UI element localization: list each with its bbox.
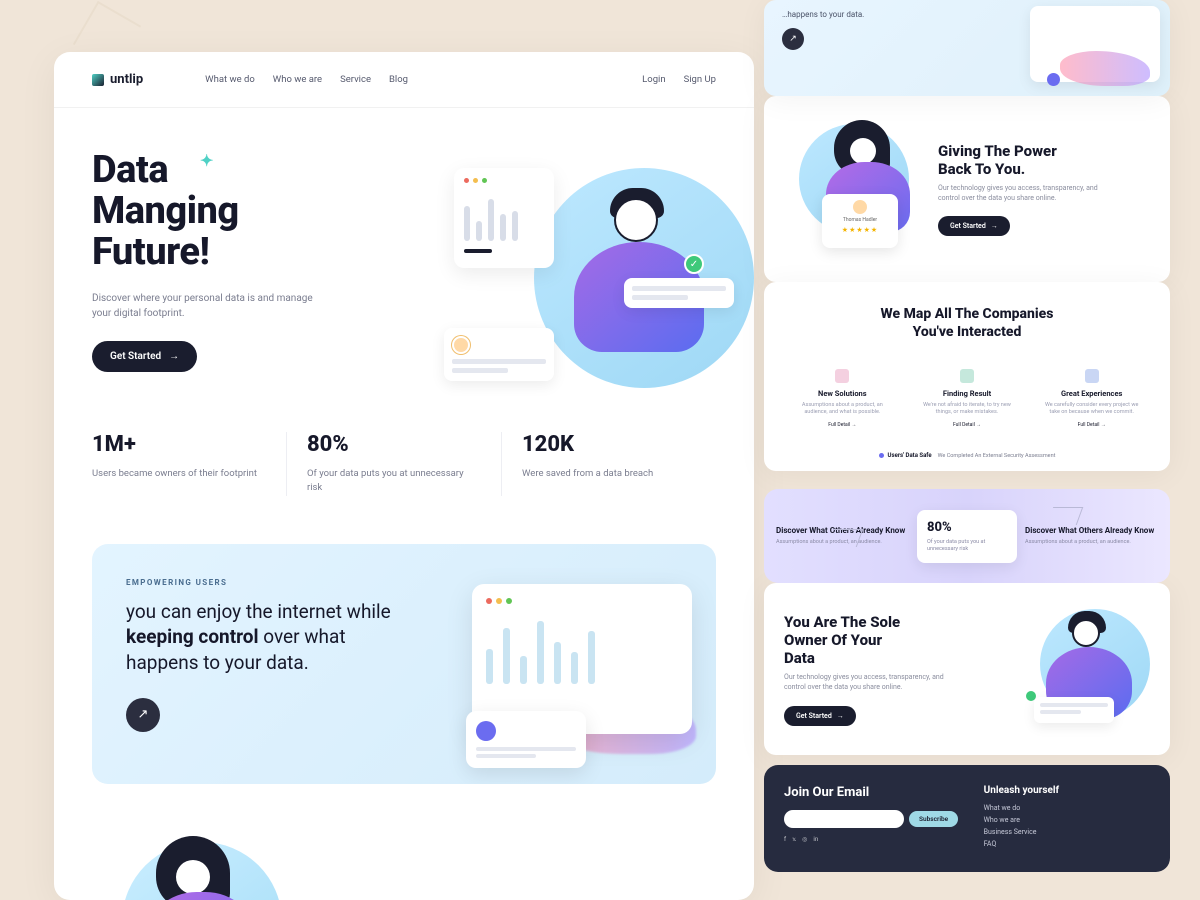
hero-section: Data ✦ Manging Future! Discover where yo… <box>54 108 754 382</box>
facebook-icon[interactable]: f <box>784 836 786 843</box>
pv4-right: Discover What Others Already Know Assump… <box>1025 526 1158 546</box>
pv2-illustration: Thomas Hadler ★★★★★ <box>784 124 924 254</box>
stat-value: 1M+ <box>92 432 266 457</box>
login-link[interactable]: Login <box>642 74 665 85</box>
stat-datarisk: 80% Of your data puts you at unnecessary… <box>286 432 501 496</box>
reviewer-name: Thomas Hadler <box>843 217 877 223</box>
feature-icon <box>1085 369 1099 383</box>
stat-saved: 120K Were saved from a data breach <box>501 432 716 496</box>
panel-small-card <box>466 711 586 768</box>
feature-card-great-experiences: Great Experiences We carefully consider … <box>1033 359 1150 438</box>
logo-mark-icon <box>92 74 104 86</box>
hero-title-l1: Data <box>92 148 168 192</box>
giving-power-section: Giving The Power Back To You <box>54 802 754 900</box>
top-nav: untlip What we do Who we are Service Blo… <box>54 52 754 108</box>
stat-label: Users became owners of their footprint <box>92 467 266 481</box>
cta-label: Get Started <box>110 351 161 362</box>
feature-link[interactable]: Full Detail → <box>1078 422 1106 428</box>
stat-label: Were saved from a data breach <box>522 467 696 481</box>
pv-giving-power: Thomas Hadler ★★★★★ Giving The PowerBack… <box>764 96 1170 282</box>
pv5-cta-button[interactable]: Get Started→ <box>784 706 856 726</box>
float-card <box>1034 697 1114 723</box>
stars-icon: ★★★★★ <box>842 226 878 234</box>
pv3-title: We Map All The CompaniesYou've Interacte… <box>784 306 1150 341</box>
instagram-icon[interactable]: ◎ <box>802 836 807 843</box>
hero-title-l3: Future! <box>92 230 209 274</box>
arrow-right-icon: → <box>837 712 844 720</box>
pv-discover-band: Discover What Others Already Know Assump… <box>764 489 1170 583</box>
nav-link-blog[interactable]: Blog <box>389 74 408 85</box>
feature-icon <box>960 369 974 383</box>
pv4-stat-value: 80% <box>927 520 1007 535</box>
pv-sole-owner: You Are The Sole Owner Of Your Data Our … <box>764 583 1170 755</box>
footer-join-title: Join Our Email <box>784 785 984 800</box>
stat-users: 1M+ Users became owners of their footpri… <box>92 432 286 496</box>
pv4-stat-card: 80% Of your data puts you at unnecessary… <box>917 510 1017 563</box>
pv-footer: Join Our Email Subscribe f 𝕩 ◎ in Unleas… <box>764 765 1170 872</box>
full-page-preview: …happens to your data. ↗ Thomas Hadler ★… <box>694 0 1200 900</box>
pv-map-companies: We Map All The CompaniesYou've Interacte… <box>764 282 1170 471</box>
linkedin-icon[interactable]: in <box>813 836 818 843</box>
get-started-button[interactable]: Get Started → <box>92 341 197 372</box>
subscribe-button[interactable]: Subscribe <box>909 811 958 827</box>
footer-link[interactable]: FAQ <box>984 840 1150 848</box>
nav-link-whatwedo[interactable]: What we do <box>205 74 255 85</box>
mini-chart-card <box>454 168 554 268</box>
pv2-title: Giving The PowerBack To You. <box>938 142 1108 178</box>
pv5-desc: Our technology gives you access, transpa… <box>784 673 954 693</box>
pv2-desc: Our technology gives you access, transpa… <box>938 184 1108 204</box>
pv5-illustration <box>1020 609 1150 729</box>
pv1-text: …happens to your data. <box>782 10 872 20</box>
reviewer-avatar-icon <box>853 200 867 214</box>
woman-illustration <box>92 842 312 900</box>
panel-title: you can enjoy the internet while keeping… <box>126 599 406 676</box>
avatar-icon <box>452 336 470 354</box>
feature-card-finding-result: Finding Result We're not afraid to itera… <box>909 359 1026 438</box>
main-landing-card: untlip What we do Who we are Service Blo… <box>54 52 754 900</box>
feature-card-new-solutions: New Solutions Assumptions about a produc… <box>784 359 901 438</box>
empowering-panel: EMPOWERING USERS you can enjoy the inter… <box>92 544 716 784</box>
pv-empowering-cut: …happens to your data. ↗ <box>764 0 1170 96</box>
pv2-cta-button[interactable]: Get Started→ <box>938 216 1010 236</box>
hero-title: Data ✦ Manging Future! <box>92 150 416 273</box>
logo[interactable]: untlip <box>92 72 143 87</box>
footer-col-title: Unleash yourself <box>984 785 1150 796</box>
footer-link[interactable]: Business Service <box>984 828 1150 836</box>
pv3-footnote: Users' Data SafeWe Completed An External… <box>784 452 1150 459</box>
pv5-title: You Are The Sole Owner Of Your Data <box>784 613 1004 667</box>
nav-links: What we do Who we are Service Blog <box>205 74 408 85</box>
arrow-right-icon: → <box>991 222 998 230</box>
footer-link[interactable]: Who we are <box>984 816 1150 824</box>
sparkle-icon: ✦ <box>200 152 213 169</box>
feature-link[interactable]: Full Detail → <box>953 422 981 428</box>
footer-links: What we do Who we are Business Service F… <box>984 804 1150 848</box>
float-card-a <box>444 328 554 381</box>
social-icons: f 𝕩 ◎ in <box>784 836 984 843</box>
brand-name: untlip <box>110 72 143 87</box>
review-card: Thomas Hadler ★★★★★ <box>822 194 898 248</box>
arrow-right-icon: → <box>169 351 179 362</box>
panel-arrow-button[interactable]: ↗ <box>126 698 160 732</box>
hero-title-l2: Manging <box>92 189 239 233</box>
stat-value: 80% <box>307 432 481 457</box>
hero-description: Discover where your personal data is and… <box>92 291 322 321</box>
feature-icon <box>835 369 849 383</box>
stat-value: 120K <box>522 432 696 457</box>
pv1-arrow-button[interactable]: ↗ <box>782 28 804 50</box>
stat-label: Of your data puts you at unnecessary ris… <box>307 467 481 496</box>
nav-link-service[interactable]: Service <box>340 74 371 85</box>
nav-link-whoweare[interactable]: Who we are <box>273 74 322 85</box>
feature-link[interactable]: Full Detail → <box>828 422 856 428</box>
email-input[interactable] <box>784 810 904 828</box>
footer-link[interactable]: What we do <box>984 804 1150 812</box>
pv4-stat-label: Of your data puts you at unnecessary ris… <box>927 539 1007 553</box>
twitter-icon[interactable]: 𝕩 <box>792 836 796 843</box>
dot-icon <box>476 721 496 741</box>
